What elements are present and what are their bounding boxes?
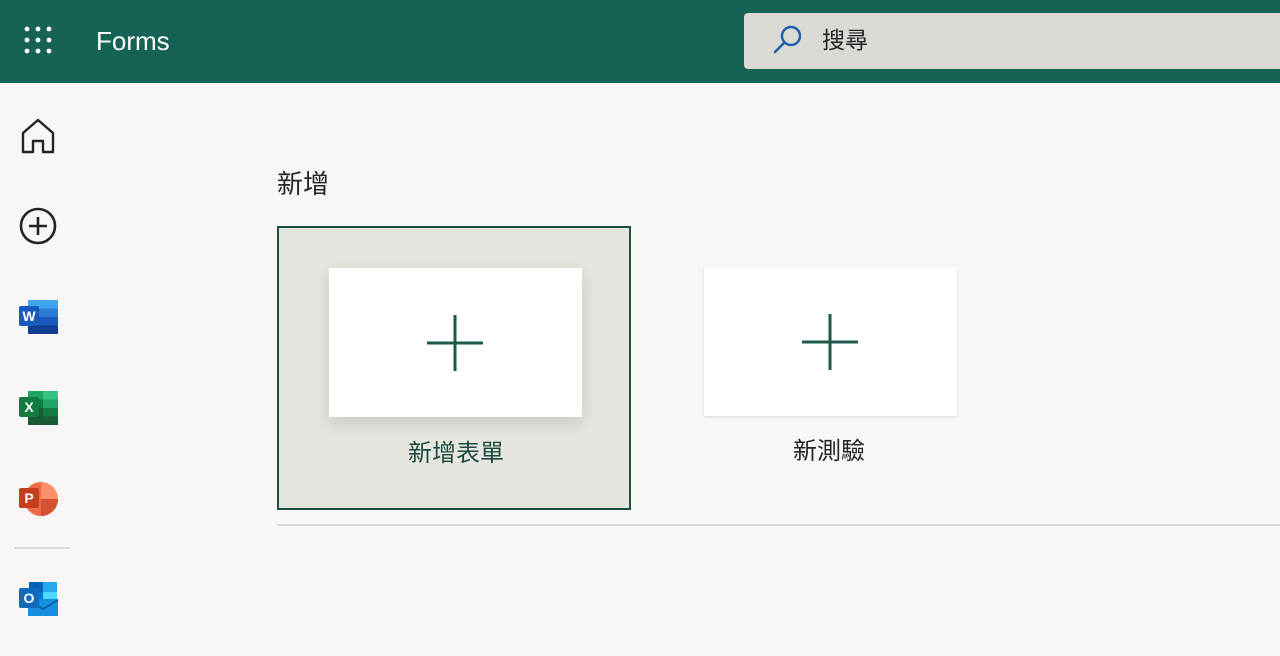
excel-icon-letter: X — [24, 399, 34, 415]
excel-icon[interactable]: X — [16, 386, 60, 430]
add-circle-icon[interactable] — [16, 204, 60, 248]
outlook-icon[interactable]: O — [16, 577, 60, 621]
plus-icon — [800, 312, 860, 372]
new-quiz-tile[interactable]: 新測驗 — [652, 226, 1006, 510]
top-bar: Forms 搜尋 — [0, 0, 1280, 83]
section-heading: 新增 — [277, 170, 330, 200]
powerpoint-icon[interactable]: P — [16, 477, 60, 521]
powerpoint-icon-letter: P — [24, 490, 33, 506]
search-box[interactable]: 搜尋 — [744, 13, 1280, 69]
new-form-tile[interactable]: 新增表單 — [277, 226, 631, 510]
rail-divider — [14, 547, 70, 549]
new-form-label: 新增表單 — [408, 439, 504, 467]
search-icon — [772, 24, 804, 56]
app-launcher-icon[interactable] — [24, 26, 54, 56]
home-icon[interactable] — [16, 113, 60, 157]
word-icon-letter: W — [22, 308, 36, 324]
outlook-icon-letter: O — [24, 590, 35, 606]
plus-icon — [425, 313, 485, 373]
left-rail: W X P O — [0, 83, 76, 656]
word-icon[interactable]: W — [16, 295, 60, 339]
new-quiz-label: 新測驗 — [793, 437, 865, 465]
new-quiz-card[interactable] — [704, 267, 957, 416]
section-divider — [277, 524, 1280, 526]
search-input[interactable]: 搜尋 — [822, 26, 868, 56]
app-title[interactable]: Forms — [96, 24, 170, 58]
new-form-card[interactable] — [329, 268, 582, 417]
